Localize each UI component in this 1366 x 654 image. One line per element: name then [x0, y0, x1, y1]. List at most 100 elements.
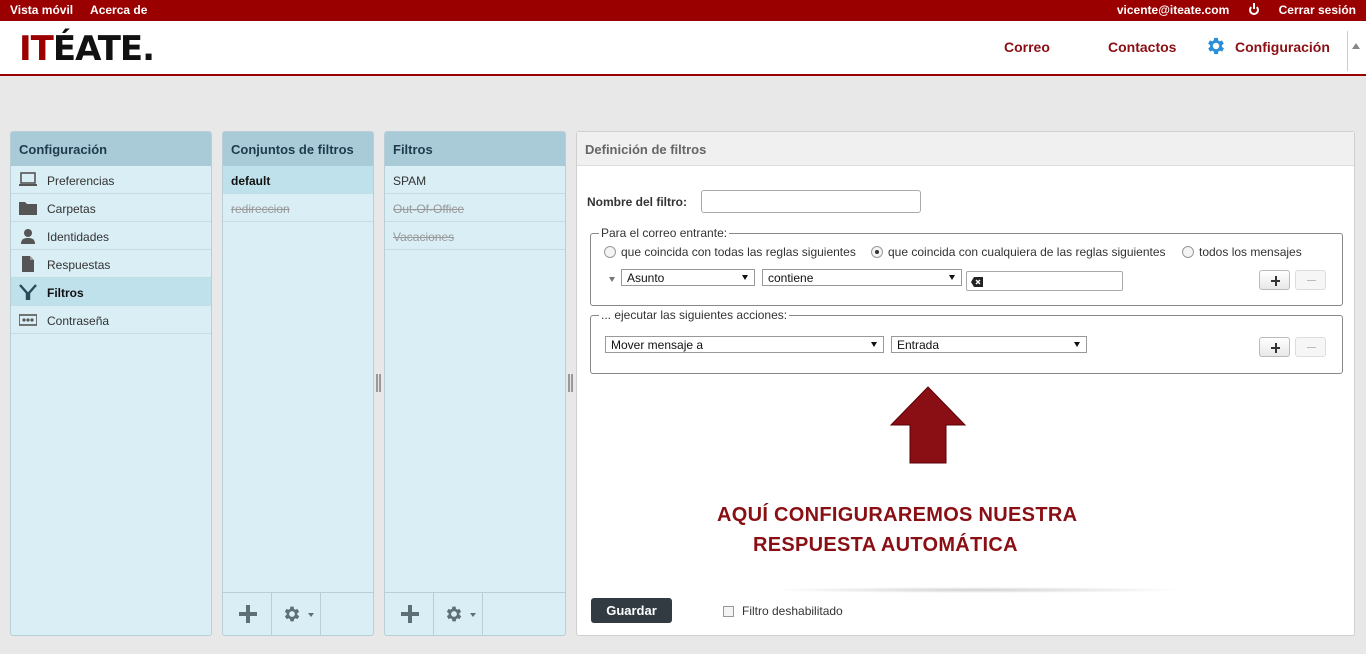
save-button[interactable]: Guardar — [591, 598, 672, 623]
action-type-value: Mover mensaje a — [611, 338, 704, 352]
gear-icon — [446, 606, 462, 622]
plus-icon — [239, 605, 257, 623]
nav-settings[interactable]: Configuración — [1235, 39, 1330, 55]
plus-icon-stroke — [1275, 343, 1277, 353]
settings-item-password[interactable]: Contraseña — [11, 306, 211, 334]
about-link[interactable]: Acerca de — [90, 3, 147, 17]
radio-all-messages[interactable]: todos los mensajes — [1182, 245, 1302, 259]
filter-definition-panel: Definición de filtros Nombre del filtro:… — [576, 131, 1355, 636]
filter-item[interactable]: SPAM — [385, 166, 565, 194]
logo-rest: ÉATE. — [52, 29, 155, 69]
settings-item-preferences[interactable]: Preferencias — [11, 166, 211, 194]
filter-item[interactable]: Out-Of-Office — [385, 194, 565, 222]
filter-icon — [19, 284, 37, 300]
radio-button-icon — [871, 246, 883, 258]
user-email: vicente@iteate.com — [1116, 3, 1230, 17]
radio-button-icon — [1182, 246, 1194, 258]
filter-item[interactable]: Vacaciones — [385, 222, 565, 250]
chevron-down-icon — [871, 342, 877, 347]
filter-name-label: Nombre del filtro: — [587, 195, 688, 209]
mobile-view-link[interactable]: Vista móvil — [10, 3, 73, 17]
minus-icon — [1307, 347, 1316, 348]
chevron-down-icon — [470, 613, 476, 617]
filter-set-item[interactable]: redireccion — [223, 194, 373, 222]
incoming-legend: Para el correo entrante: — [601, 226, 728, 240]
rule-header-value: Asunto — [627, 271, 665, 285]
filter-definition-title: Definición de filtros — [577, 132, 1354, 166]
settings-item-label: Identidades — [47, 230, 110, 244]
document-icon — [22, 256, 34, 272]
remove-action-button[interactable] — [1295, 337, 1326, 357]
person-icon — [21, 229, 35, 244]
add-rule-button[interactable] — [1259, 270, 1290, 290]
settings-item-filters[interactable]: Filtros — [11, 278, 211, 306]
filters-title: Filtros — [385, 132, 565, 166]
panel-splitter[interactable] — [568, 374, 573, 392]
collapse-header-icon[interactable] — [1352, 43, 1360, 49]
rule-value-input[interactable] — [966, 271, 1123, 291]
folder-icon — [19, 202, 37, 215]
filters-footer — [385, 592, 565, 635]
settings-panel: Configuración Preferencias Carpetas Iden… — [10, 131, 212, 636]
power-icon — [1248, 3, 1259, 15]
expand-rule-icon[interactable] — [609, 277, 615, 282]
settings-item-label: Carpetas — [47, 202, 96, 216]
annotation-line-2: RESPUESTA AUTOMÁTICA — [753, 534, 1018, 556]
filter-sets-panel: Conjuntos de filtros default redireccion — [222, 131, 374, 636]
incoming-rules-group: Para el correo entrante: — [590, 226, 1343, 306]
radio-all-label: que coincida con todas las reglas siguie… — [621, 245, 856, 259]
remove-rule-button[interactable] — [1295, 270, 1326, 290]
settings-item-label: Contraseña — [47, 314, 110, 328]
filter-set-item[interactable]: default — [223, 166, 373, 194]
radio-all-rules[interactable]: que coincida con todas las reglas siguie… — [604, 245, 856, 259]
top-bar: Vista móvil Acerca de vicente@iteate.com… — [0, 0, 1366, 21]
actions-legend: ... ejecutar las siguientes acciones: — [601, 308, 788, 322]
nav-divider — [1347, 31, 1348, 71]
rule-operator-select[interactable]: contiene — [762, 269, 962, 286]
rule-operator-value: contiene — [768, 271, 814, 285]
filter-sets-footer — [223, 592, 373, 635]
settings-item-identities[interactable]: Identidades — [11, 222, 211, 250]
chevron-down-icon — [1074, 342, 1080, 347]
filter-name-input[interactable] — [701, 190, 921, 213]
gear-icon[interactable] — [1205, 35, 1227, 57]
settings-item-label: Respuestas — [47, 258, 111, 272]
chevron-down-icon — [949, 275, 955, 280]
clear-input-icon[interactable] — [971, 277, 983, 287]
minus-icon — [1307, 280, 1316, 281]
panel-splitter[interactable] — [376, 374, 381, 392]
settings-item-label: Filtros — [47, 286, 84, 300]
monitor-icon — [19, 172, 37, 186]
filter-disabled-label: Filtro deshabilitado — [742, 604, 843, 618]
logout-link[interactable]: Cerrar sesión — [1248, 3, 1356, 17]
nav-contacts[interactable]: Contactos — [1108, 39, 1176, 55]
logo[interactable]: ITÉATE. — [19, 29, 155, 69]
action-type-select[interactable]: Mover mensaje a — [605, 336, 884, 353]
radio-button-icon — [604, 246, 616, 258]
divider-shadow — [767, 587, 1187, 593]
action-target-select[interactable]: Entrada — [891, 336, 1087, 353]
add-action-button[interactable] — [1259, 337, 1290, 357]
radio-any-label: que coincida con cualquiera de las regla… — [888, 245, 1166, 259]
settings-item-responses[interactable]: Respuestas — [11, 250, 211, 278]
plus-icon-stroke — [1275, 276, 1277, 286]
settings-item-folders[interactable]: Carpetas — [11, 194, 211, 222]
filter-actions-button[interactable] — [434, 593, 483, 635]
logout-label: Cerrar sesión — [1278, 3, 1356, 17]
logo-prefix: IT — [19, 29, 54, 69]
chevron-down-icon — [742, 275, 748, 280]
radio-every-label: todos los mensajes — [1199, 245, 1302, 259]
nav-mail[interactable]: Correo — [1004, 39, 1050, 55]
arrow-up-icon — [889, 386, 967, 464]
filter-disabled-checkbox[interactable] — [723, 606, 734, 617]
annotation-line-1: AQUÍ CONFIGURAREMOS NUESTRA — [717, 504, 1078, 526]
radio-any-rule[interactable]: que coincida con cualquiera de las regla… — [871, 245, 1166, 259]
add-filter-set-button[interactable] — [223, 593, 272, 635]
action-target-value: Entrada — [897, 338, 940, 352]
rule-header-select[interactable]: Asunto — [621, 269, 755, 286]
password-icon — [19, 314, 37, 326]
filter-set-actions-button[interactable] — [272, 593, 321, 635]
filters-panel: Filtros SPAM Out-Of-Office Vacaciones — [384, 131, 566, 636]
add-filter-button[interactable] — [385, 593, 434, 635]
settings-item-label: Preferencias — [47, 174, 115, 188]
